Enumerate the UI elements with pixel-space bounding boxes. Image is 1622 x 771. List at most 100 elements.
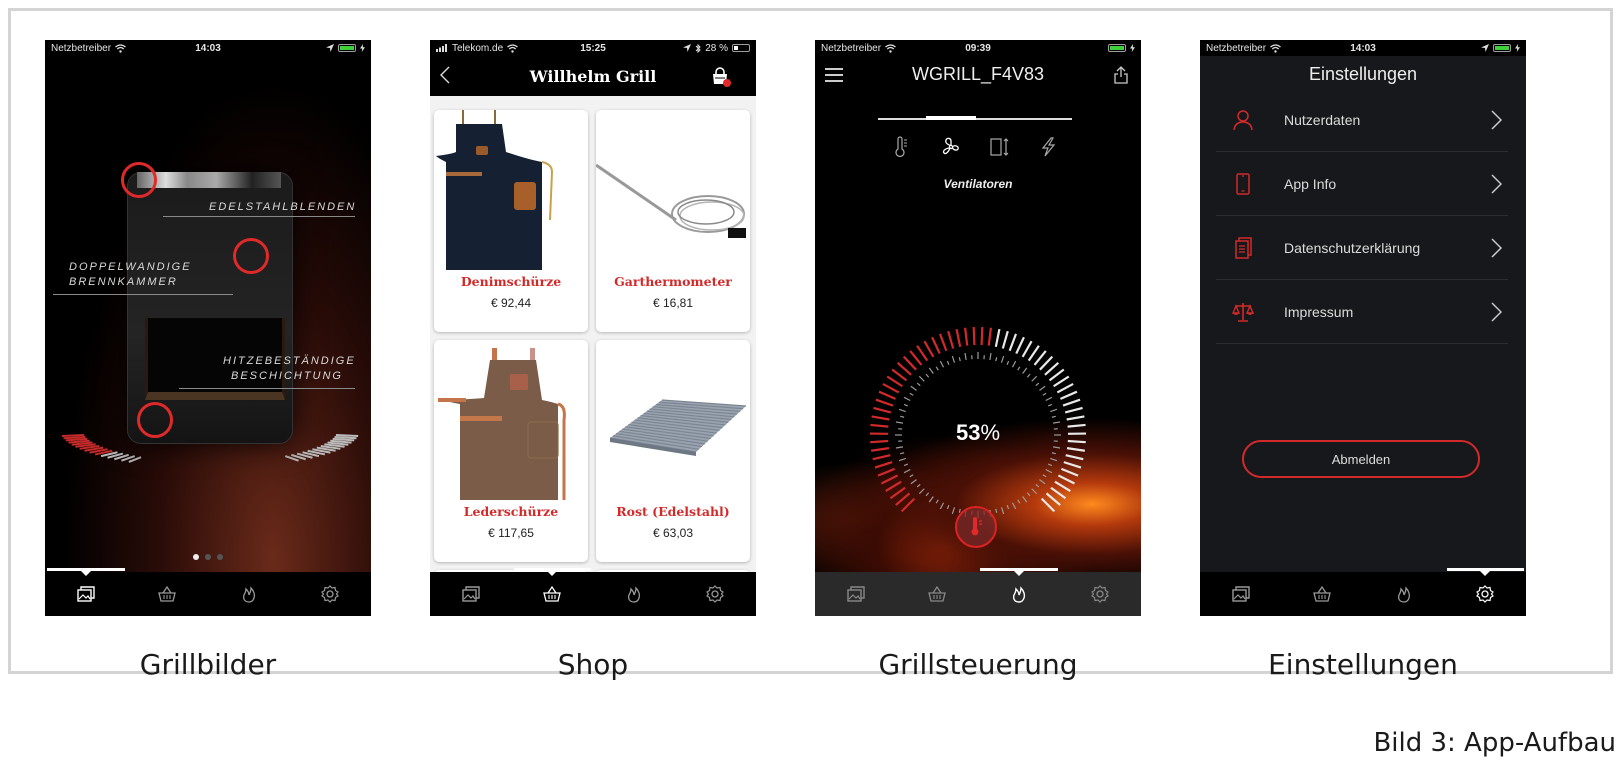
- gauge-tick: [885, 480, 902, 493]
- figure-caption: Bild 3: App-Aufbau: [1373, 728, 1616, 758]
- gauge-inner-tick: [1042, 392, 1047, 396]
- gauge-tick: [902, 355, 917, 371]
- gauge-tick: [1065, 454, 1084, 461]
- gauge-inner-tick: [964, 352, 967, 361]
- product-name: Garthermometer: [614, 274, 732, 289]
- gauge-tick: [896, 361, 912, 376]
- gauge-inner-tick: [900, 415, 905, 418]
- shopping-basket-icon: [158, 585, 177, 602]
- gauge-tick: [1062, 398, 1081, 407]
- back-button[interactable]: [440, 66, 450, 88]
- tab-gallery[interactable]: [815, 572, 897, 616]
- device-name: WGRILL_F4V83: [911, 64, 1045, 84]
- tab-shop[interactable]: [1282, 572, 1364, 616]
- gauge-tick: [1033, 350, 1047, 366]
- gauge-inner-tick: [995, 508, 998, 513]
- gauge-tick: [1053, 375, 1070, 388]
- lightning-icon[interactable]: [1037, 136, 1059, 158]
- gauge-tick: [980, 327, 984, 346]
- gauge-inner-tick: [903, 468, 911, 474]
- gauge-inner-tick: [1031, 375, 1038, 382]
- tab-settings[interactable]: [675, 572, 757, 616]
- callout-line-1: DOPPELWANDIGE: [69, 261, 192, 273]
- gauge-inner-tick: [1000, 507, 1005, 515]
- carrier-block: Telekom.de: [436, 42, 519, 54]
- gauge-inner-tick: [935, 499, 939, 504]
- fan-icon[interactable]: [940, 136, 962, 158]
- product-price: € 117,65: [488, 526, 534, 540]
- gauge-inner-tick: [1031, 488, 1038, 495]
- tab-shop[interactable]: [512, 568, 594, 616]
- carrier-name: Telekom.de: [452, 42, 504, 54]
- gauge-inner-tick: [903, 403, 909, 407]
- tab-settings[interactable]: [1445, 568, 1527, 616]
- page-title: Einstellungen: [1308, 64, 1418, 84]
- ring-tick: [335, 434, 359, 437]
- settings-item-impressum[interactable]: Impressum: [1216, 280, 1508, 344]
- product-card[interactable]: Lederschürze € 117,65: [434, 340, 588, 562]
- flame-icon: [242, 586, 255, 603]
- ring-tick: [332, 437, 355, 442]
- settings-item-datenschutz[interactable]: Datenschutzerklärung: [1216, 216, 1508, 280]
- tab-bar: [1200, 568, 1527, 616]
- gauge-inner-tick: [951, 355, 956, 363]
- product-card[interactable]: Denimschürze € 92,44: [434, 110, 588, 332]
- tab-grill-control[interactable]: [978, 568, 1060, 616]
- settings-item-label: Datenschutzerklärung: [1284, 239, 1421, 256]
- gauge-tick: [1001, 330, 1009, 349]
- gauge-tick: [963, 327, 969, 346]
- lid-height-icon[interactable]: [988, 136, 1010, 158]
- wifi-icon: [885, 43, 896, 53]
- settings-item-label: App Info: [1284, 175, 1337, 192]
- status-bar: Netzbetreiber 09:39: [815, 40, 1141, 56]
- settings-item-app-info[interactable]: App Info: [1216, 152, 1508, 216]
- thermometer-icon[interactable]: [891, 136, 913, 158]
- shopping-bag-icon: [713, 67, 731, 87]
- gauge-inner-tick: [1050, 408, 1058, 413]
- logout-button[interactable]: Abmelden: [1242, 440, 1480, 478]
- hotspot-double-wall-chamber[interactable]: [233, 238, 269, 274]
- page-dot[interactable]: [217, 554, 223, 560]
- tab-settings[interactable]: [1060, 572, 1142, 616]
- page-dot-active[interactable]: [193, 554, 199, 560]
- tab-shop[interactable]: [897, 572, 979, 616]
- product-grid: Denimschürze € 92,44 Garthermometer € 16…: [430, 96, 756, 572]
- gauge-tick: [994, 328, 1001, 348]
- page-dot[interactable]: [205, 554, 211, 560]
- wifi-icon: [1270, 43, 1281, 53]
- ring-tick: [63, 435, 86, 440]
- location-arrow-icon: [1481, 44, 1489, 52]
- gauge-inner-tick: [939, 502, 945, 510]
- chevron-left-icon: [440, 66, 450, 84]
- tab-grill-control[interactable]: [593, 572, 675, 616]
- gauge-tick: [874, 461, 893, 469]
- gauge-inner-tick: [916, 483, 921, 488]
- status-right: 28 %: [683, 43, 750, 54]
- cart-button[interactable]: [710, 66, 731, 87]
- tab-grill-control[interactable]: [208, 572, 290, 616]
- gauge-tick: [870, 447, 890, 452]
- gauge-inner-tick: [935, 366, 939, 371]
- tab-grill-control[interactable]: [1363, 572, 1445, 616]
- temperature-probe-button[interactable]: [955, 506, 997, 548]
- hotspot-heat-resistant-coating[interactable]: [137, 402, 173, 438]
- scales-icon: [1232, 302, 1254, 322]
- product-card[interactable]: Rost (Edelstahl) € 63,03: [596, 340, 750, 562]
- gauge-tick: [1021, 340, 1033, 358]
- tab-gallery[interactable]: [1200, 572, 1282, 616]
- settings-item-nutzerdaten[interactable]: Nutzerdaten: [1216, 88, 1508, 152]
- callout-edelstahlblenden: EDELSTAHLBLENDEN: [209, 201, 357, 213]
- gauge-inner-tick: [909, 392, 914, 396]
- tab-gallery[interactable]: [45, 568, 127, 616]
- gauge-inner-tick: [958, 357, 961, 362]
- tab-settings[interactable]: [290, 572, 372, 616]
- tab-shop[interactable]: [127, 572, 209, 616]
- page-indicator[interactable]: [45, 554, 371, 560]
- tab-gallery[interactable]: [430, 572, 512, 616]
- share-icon[interactable]: [1113, 66, 1129, 84]
- gauge-unit: %: [980, 420, 1001, 445]
- gauge-tick: [1060, 390, 1078, 400]
- battery-icon: [1108, 44, 1126, 52]
- hotspot-stainless-panels[interactable]: [121, 162, 157, 198]
- product-card[interactable]: Garthermometer € 16,81: [596, 110, 750, 332]
